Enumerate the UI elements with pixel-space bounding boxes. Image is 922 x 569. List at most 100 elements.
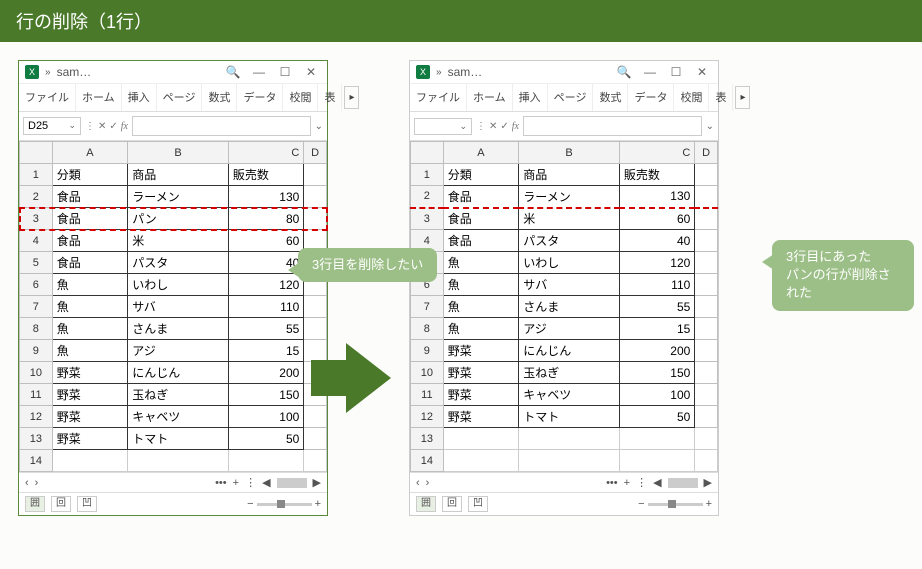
name-box[interactable]: D25⌄ bbox=[23, 117, 81, 135]
maximize-button[interactable]: ☐ bbox=[666, 65, 686, 79]
hscroll-right[interactable]: ▶ bbox=[313, 476, 321, 489]
tab-insert[interactable]: 挿入 bbox=[513, 84, 548, 111]
col-header[interactable]: B bbox=[519, 142, 620, 164]
zoom-out-button[interactable]: − bbox=[638, 498, 644, 510]
formula-bar-input[interactable] bbox=[523, 116, 702, 136]
sheet-nav-left[interactable]: ‹ bbox=[416, 477, 420, 489]
maximize-button[interactable]: ☐ bbox=[275, 65, 295, 79]
table-row[interactable]: 12野菜キャベツ100 bbox=[20, 406, 327, 428]
tab-file[interactable]: ファイル bbox=[19, 84, 76, 111]
table-row[interactable]: 10野菜玉ねぎ150 bbox=[411, 362, 718, 384]
sheet-dots-icon[interactable]: ••• bbox=[215, 477, 227, 489]
view-normal-icon[interactable]: 囲 bbox=[416, 496, 436, 512]
table-row[interactable]: 6魚サバ110 bbox=[411, 274, 718, 296]
table-row[interactable]: 3食品米60 bbox=[411, 208, 718, 230]
table-row[interactable]: 2食品ラーメン130 bbox=[411, 186, 718, 208]
sheet-dots-icon[interactable]: ••• bbox=[606, 477, 618, 489]
tab-insert[interactable]: 挿入 bbox=[122, 84, 157, 111]
tab-home[interactable]: ホーム bbox=[467, 84, 513, 111]
tab-file[interactable]: ファイル bbox=[410, 84, 467, 111]
zoom-slider[interactable] bbox=[648, 503, 703, 506]
table-row[interactable]: 5魚いわし120 bbox=[411, 252, 718, 274]
tab-view[interactable]: 表 bbox=[318, 84, 342, 111]
table-row[interactable]: 1分類商品販売数 bbox=[20, 164, 327, 186]
col-header[interactable]: A bbox=[52, 142, 127, 164]
table-row[interactable]: 9野菜にんじん200 bbox=[411, 340, 718, 362]
table-row[interactable]: 11野菜キャベツ100 bbox=[411, 384, 718, 406]
view-break-icon[interactable]: 凹 bbox=[468, 496, 488, 512]
table-row[interactable]: 7魚さんま55 bbox=[411, 296, 718, 318]
sheet-nav-right[interactable]: › bbox=[35, 477, 39, 489]
view-break-icon[interactable]: 凹 bbox=[77, 496, 97, 512]
table-row[interactable]: 13野菜トマト50 bbox=[20, 428, 327, 450]
table-row[interactable]: 2食品ラーメン130 bbox=[20, 186, 327, 208]
formula-bar-input[interactable] bbox=[132, 116, 311, 136]
sheet-nav-right[interactable]: › bbox=[426, 477, 430, 489]
minimize-button[interactable]: — bbox=[640, 65, 660, 79]
table-row[interactable]: 5食品パスタ40 bbox=[20, 252, 327, 274]
table-row[interactable]: 6魚いわし120 bbox=[20, 274, 327, 296]
table-row[interactable]: 8魚アジ15 bbox=[411, 318, 718, 340]
tab-data[interactable]: データ bbox=[628, 84, 674, 111]
close-button[interactable]: ✕ bbox=[301, 65, 321, 79]
tab-review[interactable]: 校閲 bbox=[283, 84, 318, 111]
tab-home[interactable]: ホーム bbox=[76, 84, 122, 111]
minimize-button[interactable]: — bbox=[249, 65, 269, 79]
tab-review[interactable]: 校閲 bbox=[674, 84, 709, 111]
zoom-in-button[interactable]: + bbox=[706, 498, 712, 510]
fx-icon[interactable]: fx bbox=[121, 121, 128, 132]
sheet-add-icon[interactable]: + bbox=[233, 477, 239, 489]
tab-formula[interactable]: 数式 bbox=[593, 84, 628, 111]
table-row[interactable]: 9魚アジ15 bbox=[20, 340, 327, 362]
table-row[interactable]: 10野菜にんじん200 bbox=[20, 362, 327, 384]
fx-ok-icon[interactable]: ✓ bbox=[500, 121, 508, 132]
view-layout-icon[interactable]: 回 bbox=[442, 496, 462, 512]
tabs-overflow[interactable]: ▸ bbox=[344, 86, 359, 109]
tab-data[interactable]: データ bbox=[237, 84, 283, 111]
sheet-nav-left[interactable]: ‹ bbox=[25, 477, 29, 489]
view-layout-icon[interactable]: 回 bbox=[51, 496, 71, 512]
grid-before[interactable]: ABCD1分類商品販売数2食品ラーメン1303食品パン804食品米605食品パス… bbox=[19, 141, 327, 472]
col-header[interactable]: D bbox=[304, 142, 327, 164]
zoom-in-button[interactable]: + bbox=[315, 498, 321, 510]
table-row[interactable]: 3食品パン80 bbox=[20, 208, 327, 230]
view-normal-icon[interactable]: 囲 bbox=[25, 496, 45, 512]
sheet-add-icon[interactable]: + bbox=[624, 477, 630, 489]
table-row[interactable]: 1分類商品販売数 bbox=[411, 164, 718, 186]
search-icon[interactable]: 🔍 bbox=[614, 65, 634, 79]
table-row[interactable]: 11野菜玉ねぎ150 bbox=[20, 384, 327, 406]
table-row[interactable]: 13 bbox=[411, 428, 718, 450]
table-row[interactable]: 14 bbox=[411, 450, 718, 472]
table-row[interactable]: 12野菜トマト50 bbox=[411, 406, 718, 428]
col-header[interactable]: B bbox=[128, 142, 229, 164]
col-header[interactable]: C bbox=[619, 142, 694, 164]
col-header[interactable]: D bbox=[695, 142, 718, 164]
col-header[interactable]: C bbox=[228, 142, 303, 164]
col-header[interactable]: A bbox=[443, 142, 518, 164]
grid-after[interactable]: ABCD1分類商品販売数2食品ラーメン1303食品米604食品パスタ405魚いわ… bbox=[410, 141, 718, 472]
fx-icon[interactable]: fx bbox=[512, 121, 519, 132]
table-row[interactable]: 14 bbox=[20, 450, 327, 472]
fx-cancel-icon[interactable]: ✕ bbox=[98, 121, 106, 132]
hscroll-left[interactable]: ◀ bbox=[653, 476, 661, 489]
search-icon[interactable]: 🔍 bbox=[223, 65, 243, 79]
hscroll-thumb[interactable] bbox=[668, 478, 698, 488]
tabs-overflow[interactable]: ▸ bbox=[735, 86, 750, 109]
fx-ok-icon[interactable]: ✓ bbox=[109, 121, 117, 132]
table-row[interactable]: 7魚サバ110 bbox=[20, 296, 327, 318]
table-row[interactable]: 4食品パスタ40 bbox=[411, 230, 718, 252]
tab-page[interactable]: ページ bbox=[548, 84, 594, 111]
zoom-out-button[interactable]: − bbox=[247, 498, 253, 510]
tab-formula[interactable]: 数式 bbox=[202, 84, 237, 111]
hscroll-left[interactable]: ◀ bbox=[262, 476, 270, 489]
zoom-slider[interactable] bbox=[257, 503, 312, 506]
hscroll-right[interactable]: ▶ bbox=[704, 476, 712, 489]
name-box[interactable]: ⌄ bbox=[414, 118, 472, 135]
table-row[interactable]: 4食品米60 bbox=[20, 230, 327, 252]
table-row[interactable]: 8魚さんま55 bbox=[20, 318, 327, 340]
close-button[interactable]: ✕ bbox=[692, 65, 712, 79]
tab-view[interactable]: 表 bbox=[709, 84, 733, 111]
fx-cancel-icon[interactable]: ✕ bbox=[489, 121, 497, 132]
formula-drop-icon[interactable]: ⌄ bbox=[706, 121, 714, 132]
tab-page[interactable]: ページ bbox=[157, 84, 203, 111]
